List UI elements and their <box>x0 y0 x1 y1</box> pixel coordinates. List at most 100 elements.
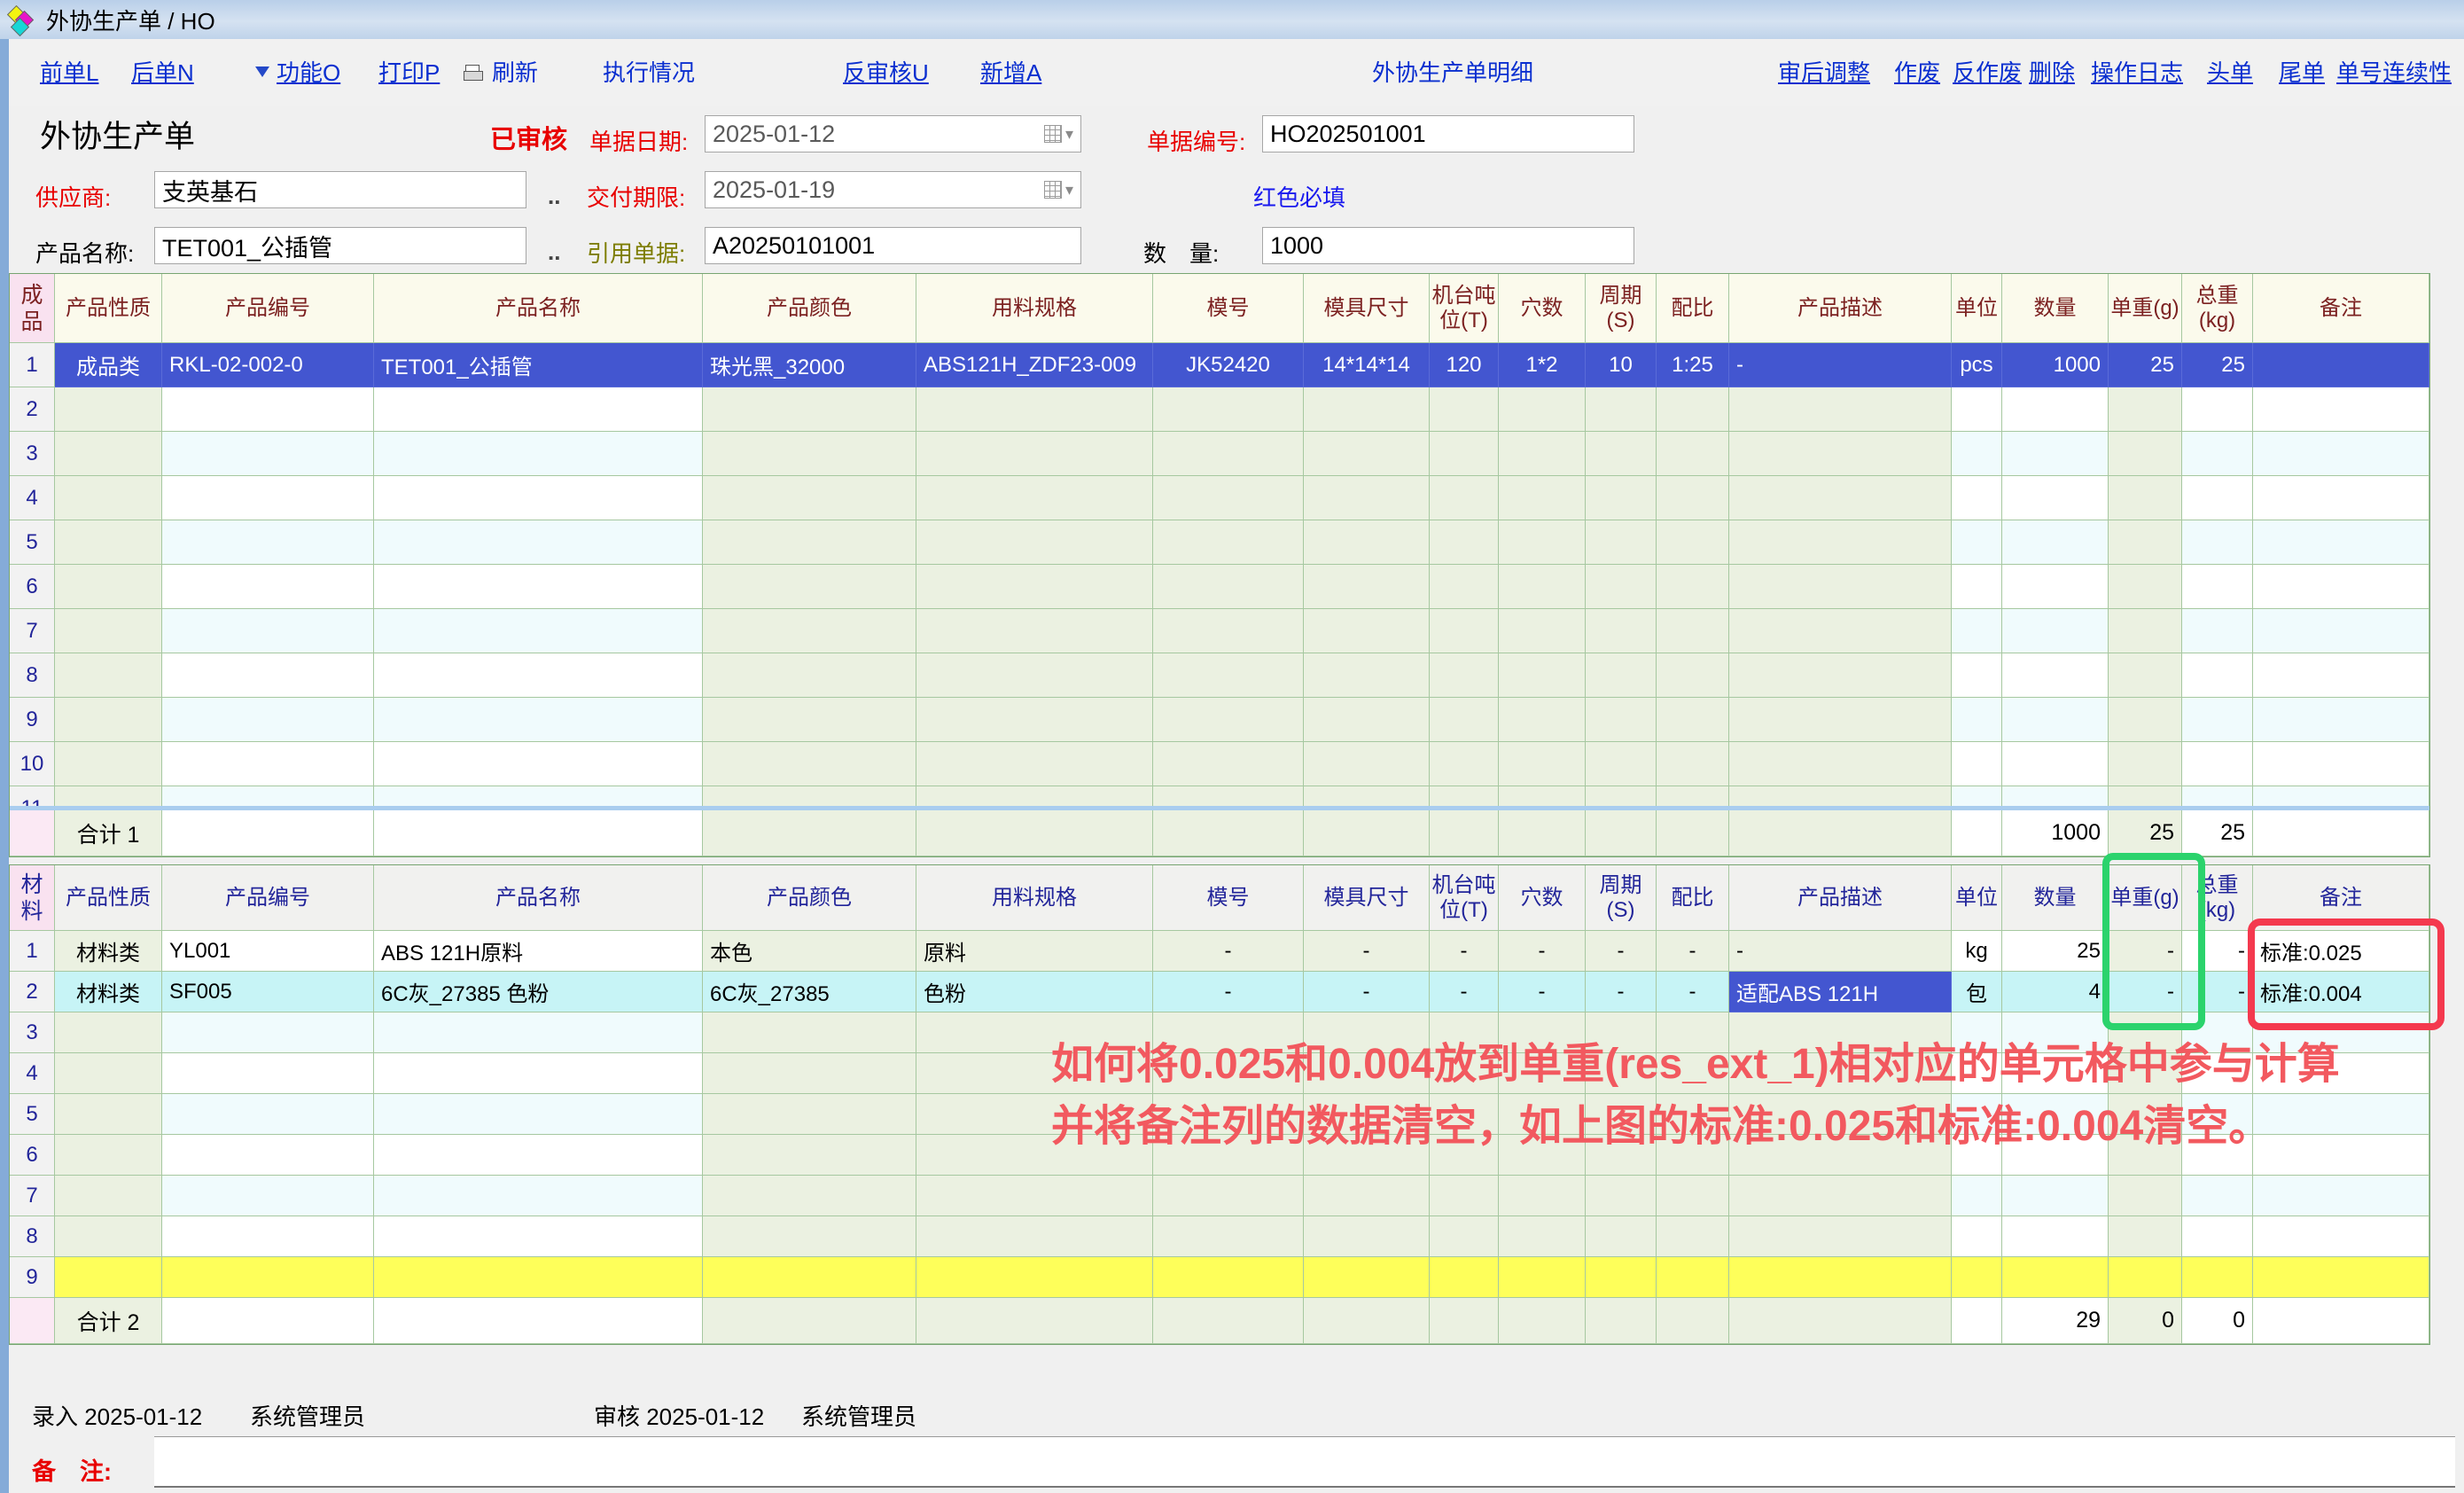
grid-cell[interactable]: - <box>1499 931 1586 972</box>
grid-cell[interactable] <box>1153 609 1304 653</box>
toolbar-item-left-7[interactable]: 新增A <box>980 55 1041 88</box>
column-header-7[interactable]: 机台吨位(T) <box>1430 274 1499 343</box>
grid-cell[interactable]: - <box>1153 972 1304 1012</box>
grid-cell[interactable] <box>1586 1257 1657 1298</box>
grid-cell[interactable] <box>374 1053 703 1094</box>
grid-cell[interactable] <box>162 698 374 742</box>
grid-cell[interactable] <box>162 1257 374 1298</box>
grid-cell[interactable] <box>1430 476 1499 520</box>
grid-cell[interactable] <box>1586 1176 1657 1216</box>
grid-cell[interactable]: 25 <box>2002 931 2109 972</box>
grid-cell[interactable]: 25 <box>2182 343 2253 387</box>
grid-cell[interactable] <box>162 742 374 786</box>
column-header-10[interactable]: 配比 <box>1657 865 1729 931</box>
grid-cell[interactable] <box>374 609 703 653</box>
grid-cell[interactable] <box>1586 653 1657 698</box>
grid-cell[interactable] <box>703 1257 916 1298</box>
grid-cell[interactable] <box>374 653 703 698</box>
grid-cell[interactable] <box>2002 1216 2109 1257</box>
grid-cell[interactable] <box>2002 698 2109 742</box>
row-number[interactable]: 1 <box>10 343 55 387</box>
column-header-3[interactable]: 产品颜色 <box>703 274 916 343</box>
row-number[interactable]: 5 <box>10 1094 55 1135</box>
grid-cell[interactable] <box>55 698 162 742</box>
column-header-0[interactable]: 产品性质 <box>55 865 162 931</box>
grid-cell[interactable] <box>2253 476 2429 520</box>
grid-cell[interactable] <box>1952 520 2002 565</box>
row-number[interactable]: 4 <box>10 476 55 520</box>
toolbar-item-right-6[interactable]: 尾单 <box>2279 55 2325 88</box>
grid-cell[interactable] <box>55 1135 162 1176</box>
grid-cell[interactable] <box>162 1053 374 1094</box>
grid-cell[interactable]: 1*2 <box>1499 343 1586 387</box>
grid-cell[interactable] <box>1952 653 2002 698</box>
grid-cell[interactable] <box>1499 1257 1586 1298</box>
grid-cell[interactable]: pcs <box>1952 343 2002 387</box>
supplier-lookup-button[interactable]: .. <box>548 183 560 210</box>
grid-cell[interactable] <box>2182 1257 2253 1298</box>
row-number[interactable]: 10 <box>10 742 55 786</box>
column-header-10[interactable]: 配比 <box>1657 274 1729 343</box>
grid-cell[interactable] <box>1304 565 1430 609</box>
grid-cell[interactable] <box>1657 476 1729 520</box>
grid-cell[interactable]: - <box>1586 931 1657 972</box>
grid-cell[interactable]: 6C灰_27385 色粉 <box>374 972 703 1012</box>
grid-cell[interactable]: kg <box>1952 931 2002 972</box>
toolbar-item-left-3[interactable]: 打印P <box>378 55 440 88</box>
grid-cell[interactable]: - <box>1304 931 1430 972</box>
grid-cell[interactable]: - <box>1430 931 1499 972</box>
grid-cell[interactable] <box>2002 565 2109 609</box>
grid-cell[interactable] <box>1657 653 1729 698</box>
column-header-2[interactable]: 产品名称 <box>374 274 703 343</box>
grid-cell[interactable]: TET001_公插管 <box>374 343 703 387</box>
grid-cell[interactable] <box>1153 653 1304 698</box>
grid-cell[interactable] <box>2182 476 2253 520</box>
grid-cell[interactable] <box>1657 698 1729 742</box>
grid-cell[interactable]: ABS121H_ZDF23-009 <box>916 343 1153 387</box>
grid-cell[interactable] <box>703 1012 916 1053</box>
grid-cell[interactable] <box>916 520 1153 565</box>
grid-cell[interactable] <box>1729 786 1952 806</box>
grid-cell[interactable]: 珠光黑_32000 <box>703 343 916 387</box>
grid-cell[interactable] <box>162 786 374 806</box>
grid-cell[interactable]: 材料类 <box>55 931 162 972</box>
grid-cell[interactable] <box>1586 698 1657 742</box>
grid-cell[interactable] <box>1304 698 1430 742</box>
grid-cell[interactable] <box>703 698 916 742</box>
grid-cell[interactable] <box>162 476 374 520</box>
grid-cell[interactable]: - <box>1729 931 1952 972</box>
grid-cell[interactable]: 色粉 <box>916 972 1153 1012</box>
grid-cell[interactable] <box>1586 432 1657 476</box>
grid-cell[interactable] <box>1952 476 2002 520</box>
grid-cell[interactable] <box>916 653 1153 698</box>
grid-cell[interactable]: - <box>1657 972 1729 1012</box>
grid-cell[interactable] <box>1729 609 1952 653</box>
grid-cell[interactable] <box>2253 786 2429 806</box>
grid-cell[interactable] <box>1153 1257 1304 1298</box>
grid-cell[interactable] <box>1952 1216 2002 1257</box>
grid-cell[interactable] <box>2253 1094 2429 1135</box>
grid-cell[interactable] <box>55 1176 162 1216</box>
grid-cell[interactable] <box>1430 387 1499 432</box>
grid-cell[interactable] <box>916 1176 1153 1216</box>
grid-cell[interactable] <box>374 1094 703 1135</box>
grid-cell[interactable] <box>2182 520 2253 565</box>
grid-cell[interactable] <box>1430 786 1499 806</box>
toolbar-item-left-6[interactable]: 反审核U <box>843 55 929 88</box>
grid-cell[interactable] <box>1657 609 1729 653</box>
row-number[interactable]: 9 <box>10 1257 55 1298</box>
grid-cell[interactable]: ABS 121H原料 <box>374 931 703 972</box>
grid-cell[interactable] <box>55 1012 162 1053</box>
calendar-icon[interactable]: ▾ <box>1044 181 1073 199</box>
grid-cell[interactable] <box>1657 432 1729 476</box>
column-header-5[interactable]: 模号 <box>1153 274 1304 343</box>
grid-cell[interactable]: 原料 <box>916 931 1153 972</box>
grid-cell[interactable]: 10 <box>1586 343 1657 387</box>
grid-cell[interactable] <box>2109 476 2182 520</box>
toolbar-item-left-5[interactable]: 执行情况 <box>603 55 695 88</box>
grid-cell[interactable] <box>1952 742 2002 786</box>
row-number[interactable]: 7 <box>10 609 55 653</box>
column-header-1[interactable]: 产品编号 <box>162 274 374 343</box>
grid-cell[interactable] <box>1499 698 1586 742</box>
column-header-5[interactable]: 模号 <box>1153 865 1304 931</box>
